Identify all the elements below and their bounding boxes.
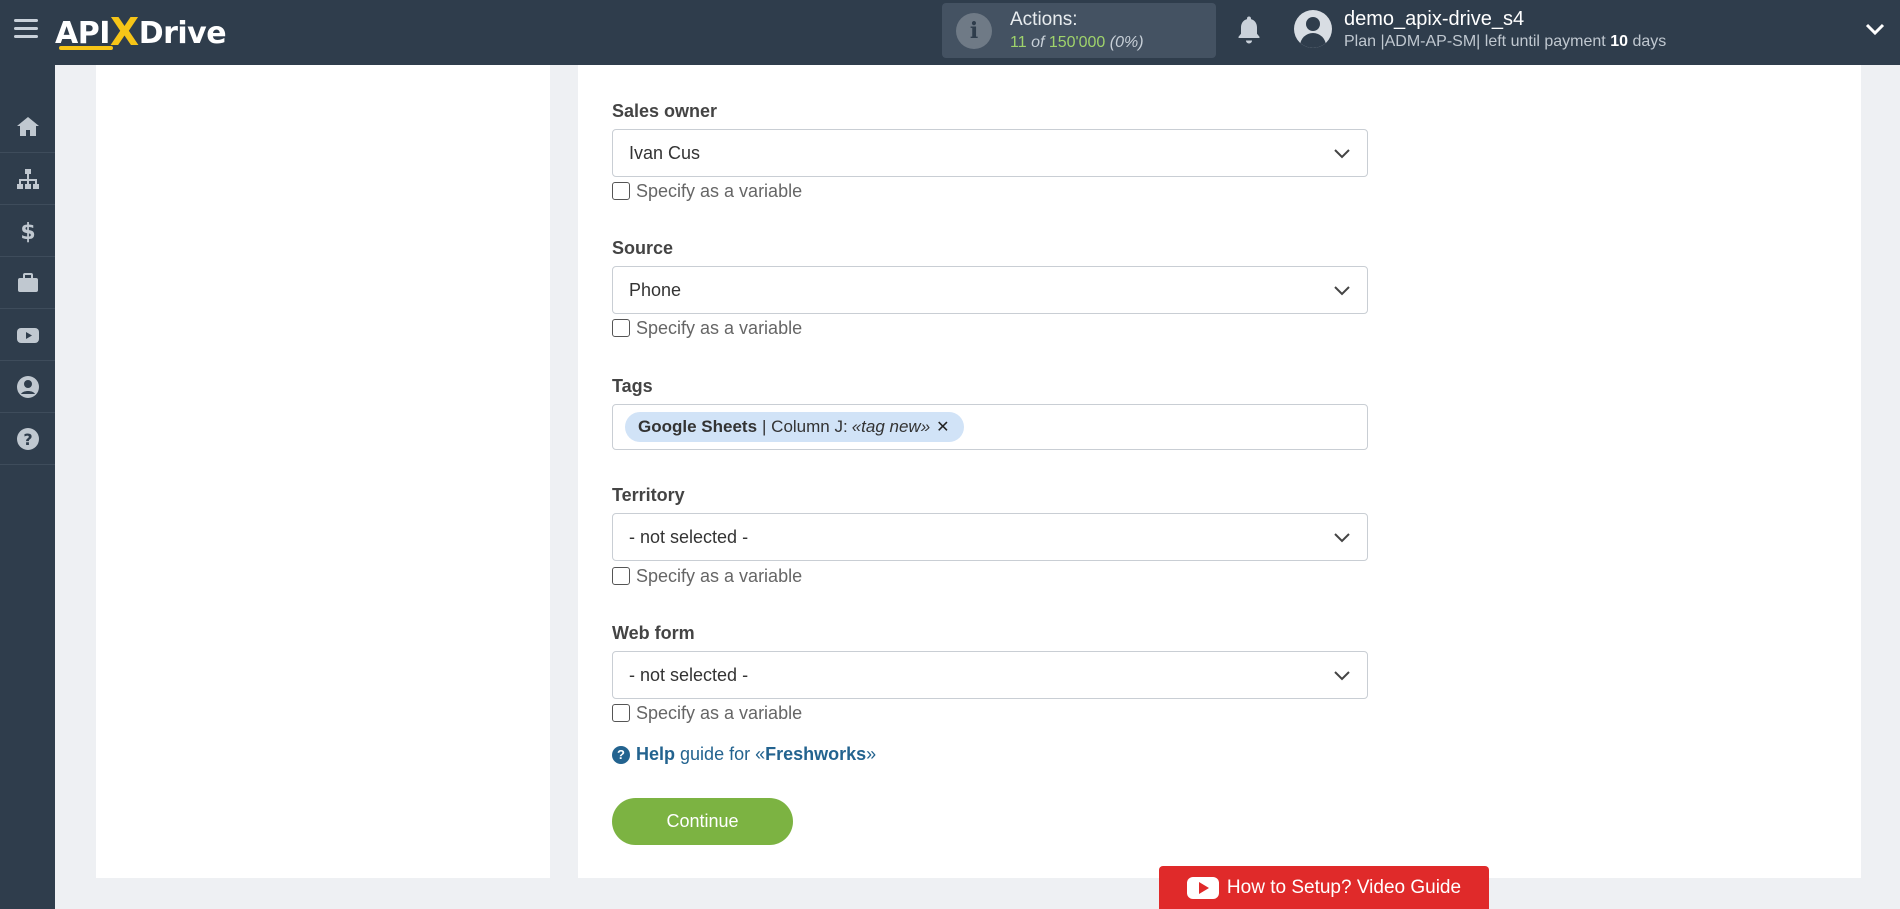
home-icon [16,116,39,136]
sidebar-item-billing[interactable]: $ [0,205,55,257]
question-circle-icon: ? [612,745,630,764]
sales-owner-select[interactable]: Ivan Cus [612,129,1368,177]
youtube-icon [16,327,39,343]
logo[interactable]: APIXDrive [55,8,227,54]
sales-owner-variable-label: Specify as a variable [636,180,803,201]
actions-count: 11 of 150'000 (0%) [1010,34,1144,51]
chevron-down-icon [1334,671,1350,681]
sales-owner-variable[interactable]: Specify as a variable [612,180,802,202]
source-variable[interactable]: Specify as a variable [612,317,802,339]
plan-info: Plan |ADM-AP-SM| left until payment 10 d… [1344,33,1667,50]
source-value: Phone [629,280,682,300]
source-variable-checkbox[interactable] [612,319,630,337]
info-icon: i [956,13,992,49]
logo-underline [59,46,113,50]
sidebar: $ ? [0,65,55,909]
tags-label: Tags [612,376,653,396]
tag-chip: Google Sheets | Column J: «tag new» ✕ [625,412,964,442]
source-select[interactable]: Phone [612,266,1368,314]
chevron-down-icon[interactable] [1864,18,1886,40]
tags-input[interactable]: Google Sheets | Column J: «tag new» ✕ [612,404,1368,450]
web-form-variable-checkbox[interactable] [612,704,630,722]
sitemap-icon [16,168,39,189]
source-label: Source [612,238,674,258]
svg-text:?: ? [23,430,32,449]
actions-counter[interactable]: i Actions: 11 of 150'000 (0%) [942,3,1216,58]
sales-owner-value: Ivan Cus [629,143,701,163]
territory-select[interactable]: - not selected - [612,513,1368,561]
logo-text-x: X [109,10,139,54]
sales-owner-variable-checkbox[interactable] [612,182,630,200]
user-circle-icon [16,375,39,398]
web-form-variable[interactable]: Specify as a variable [612,702,802,724]
sales-owner-label: Sales owner [612,101,718,121]
svg-text:$: $ [20,220,35,244]
chevron-down-icon [1334,149,1350,159]
source-variable-label: Specify as a variable [636,317,803,338]
menu-icon[interactable] [14,19,38,39]
dollar-icon: $ [20,220,35,244]
continue-button[interactable]: Continue [612,798,793,845]
actions-label: Actions: [1010,9,1078,30]
web-form-select[interactable]: - not selected - [612,651,1368,699]
video-guide-button[interactable]: How to Setup? Video Guide [1159,866,1489,909]
chevron-down-icon [1334,286,1350,296]
territory-label: Territory [612,485,685,505]
sidebar-item-help[interactable]: ? [0,413,55,465]
territory-value: - not selected - [629,527,749,547]
sidebar-item-connections[interactable] [0,153,55,205]
logo-text-drive: Drive [138,16,227,51]
help-guide-link[interactable]: ? Help guide for «Freshworks» [612,744,876,765]
web-form-variable-label: Specify as a variable [636,702,803,723]
sidebar-item-profile[interactable] [0,361,55,413]
youtube-icon [1186,876,1219,899]
video-guide-label: How to Setup? Video Guide [1226,876,1462,898]
briefcase-icon [17,272,38,292]
username[interactable]: demo_apix-drive_s4 [1344,8,1524,31]
sidebar-item-videos[interactable] [0,309,55,361]
left-panel [96,65,550,878]
web-form-value: - not selected - [629,665,749,685]
chevron-down-icon [1334,533,1350,543]
top-bar: APIXDrive i Actions: 11 of 150'000 (0%) … [0,0,1900,65]
sidebar-item-services[interactable] [0,257,55,309]
territory-variable[interactable]: Specify as a variable [612,565,802,587]
web-form-label: Web form [612,623,695,643]
bell-icon[interactable] [1234,14,1264,46]
territory-variable-label: Specify as a variable [636,565,803,586]
question-circle-icon: ? [16,427,39,450]
avatar[interactable] [1294,10,1332,48]
territory-variable-checkbox[interactable] [612,567,630,585]
sidebar-item-home[interactable] [0,101,55,153]
remove-tag-icon[interactable]: ✕ [936,417,949,437]
